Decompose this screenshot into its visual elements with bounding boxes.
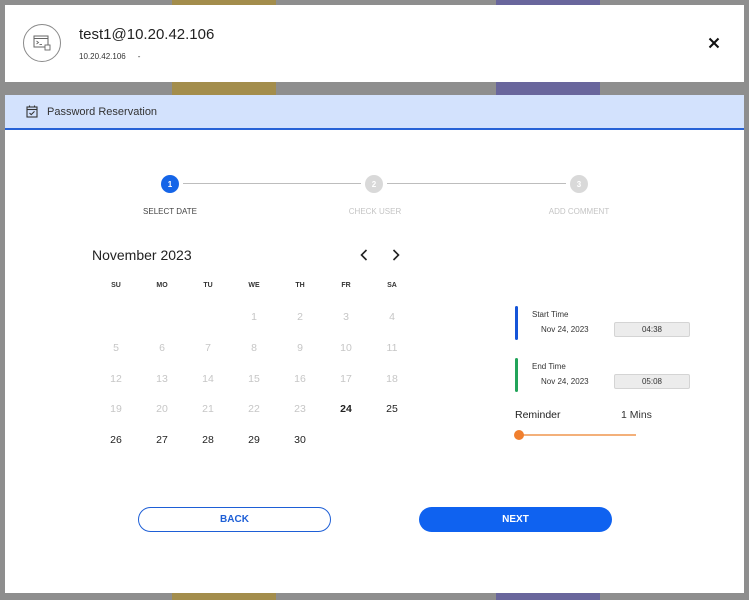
start-time-indicator — [515, 306, 518, 340]
calendar-day: 13 — [156, 373, 168, 385]
terminal-icon — [23, 24, 61, 62]
calendar-day: 23 — [294, 403, 306, 415]
step-1-circle: 1 — [161, 175, 179, 193]
start-time-date: Nov 24, 2023 — [541, 325, 589, 334]
close-button[interactable] — [704, 33, 724, 53]
step-3-label: ADD COMMENT — [548, 207, 610, 216]
step-connector-1 — [183, 183, 361, 184]
next-month-button[interactable] — [387, 245, 405, 265]
next-button[interactable]: NEXT — [419, 507, 612, 532]
calendar-day: 21 — [202, 403, 214, 415]
calendar-day: 10 — [340, 342, 352, 354]
calendar-day[interactable]: 29 — [239, 430, 269, 450]
weekday-label: TU — [203, 282, 213, 289]
reminder-slider-thumb[interactable] — [514, 430, 524, 440]
calendar-day: 4 — [389, 311, 395, 323]
previous-month-button[interactable] — [355, 245, 373, 265]
host-ip: 10.20.42.106 — [79, 52, 126, 61]
end-time-indicator — [515, 358, 518, 392]
weekday-label: SA — [387, 282, 397, 289]
step-3-circle: 3 — [570, 175, 588, 193]
calendar-day: 14 — [202, 373, 214, 385]
calendar-day: 15 — [248, 373, 260, 385]
back-button[interactable]: BACK — [138, 507, 331, 532]
calendar-day[interactable]: 28 — [193, 430, 223, 450]
calendar-day: 16 — [294, 373, 306, 385]
calendar-day[interactable]: 25 — [377, 399, 407, 419]
weekday-label: MO — [156, 282, 168, 289]
chevron-right-icon — [392, 249, 400, 261]
calendar-day: 7 — [205, 342, 211, 354]
calendar-day[interactable]: 27 — [147, 430, 177, 450]
password-reservation-dialog: Password Reservation 1 2 3 SELECT DATE C… — [5, 95, 744, 593]
chevron-left-icon — [360, 249, 368, 261]
close-icon — [708, 37, 720, 49]
weekday-label: SU — [111, 282, 121, 289]
calendar-day[interactable]: 30 — [285, 430, 315, 450]
calendar-day: 19 — [110, 403, 122, 415]
dialog-title: Password Reservation — [47, 105, 158, 118]
calendar-day: 12 — [110, 373, 122, 385]
dialog-header: Password Reservation — [5, 95, 744, 130]
host-separator: - — [137, 52, 141, 61]
calendar-day-selected[interactable]: 24 — [331, 399, 361, 419]
calendar-day: 5 — [113, 342, 119, 354]
calendar-day: 17 — [340, 373, 352, 385]
calendar-check-icon — [26, 105, 38, 118]
step-connector-2 — [387, 183, 566, 184]
host-header: test1@10.20.42.106 10.20.42.106 - — [5, 5, 744, 82]
calendar-day: 22 — [248, 403, 260, 415]
calendar-day: 6 — [159, 342, 165, 354]
start-time-label: Start Time — [532, 310, 569, 319]
calendar-day: 8 — [251, 342, 257, 354]
host-title: test1@10.20.42.106 — [79, 26, 215, 43]
calendar-day: 11 — [386, 342, 398, 354]
step-1-label: SELECT DATE — [143, 207, 197, 216]
end-time-date: Nov 24, 2023 — [541, 377, 589, 386]
start-time-input[interactable]: 04:38 — [614, 322, 690, 337]
calendar-day: 2 — [297, 311, 303, 323]
calendar-day: 20 — [156, 403, 168, 415]
weekday-label: WE — [248, 282, 260, 289]
weekday-label: FR — [341, 282, 351, 289]
reminder-slider-track[interactable] — [519, 434, 636, 436]
weekday-label: TH — [295, 282, 305, 289]
reminder-label: Reminder — [515, 409, 561, 421]
calendar-day: 9 — [297, 342, 303, 354]
end-time-input[interactable]: 05:08 — [614, 374, 690, 389]
calendar-day: 3 — [343, 311, 349, 323]
calendar-day: 18 — [386, 373, 398, 385]
host-subtitle: 10.20.42.106 - — [79, 52, 140, 61]
calendar-day: 1 — [251, 311, 257, 323]
end-time-label: End Time — [532, 362, 566, 371]
calendar-day[interactable]: 26 — [101, 430, 131, 450]
reminder-value: 1 Mins — [621, 409, 652, 421]
step-2-circle: 2 — [365, 175, 383, 193]
calendar-month-title: November 2023 — [92, 247, 192, 263]
step-2-label: CHECK USER — [348, 207, 402, 216]
